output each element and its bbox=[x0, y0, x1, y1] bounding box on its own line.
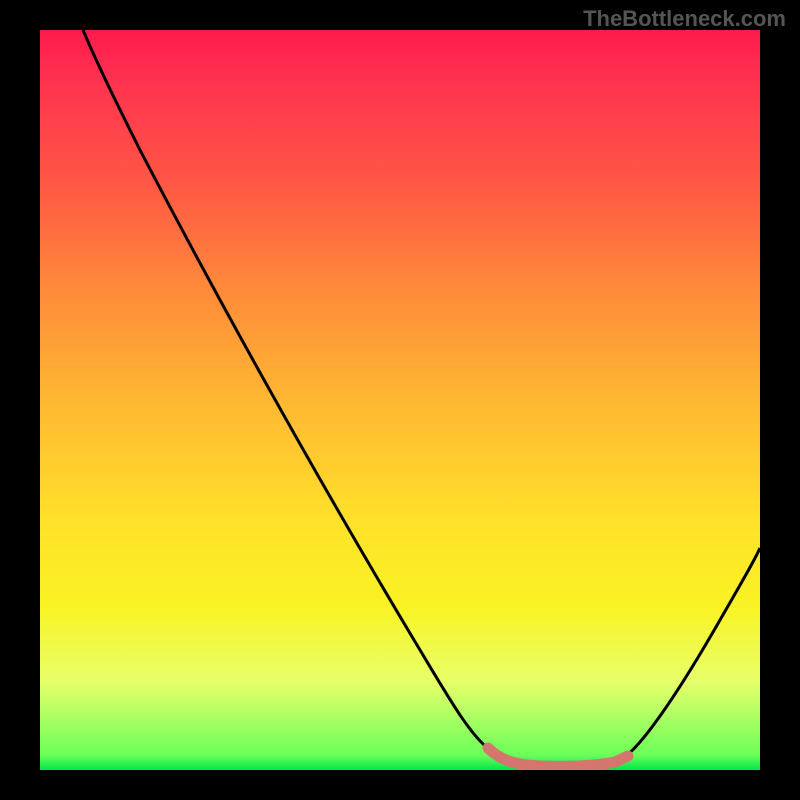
optimal-range-highlight bbox=[488, 748, 628, 766]
chart-container: TheBottleneck.com bbox=[0, 0, 800, 800]
watermark-text: TheBottleneck.com bbox=[583, 6, 786, 32]
bottleneck-curve bbox=[83, 30, 760, 766]
plot-area bbox=[40, 30, 760, 770]
curve-svg bbox=[40, 30, 760, 770]
